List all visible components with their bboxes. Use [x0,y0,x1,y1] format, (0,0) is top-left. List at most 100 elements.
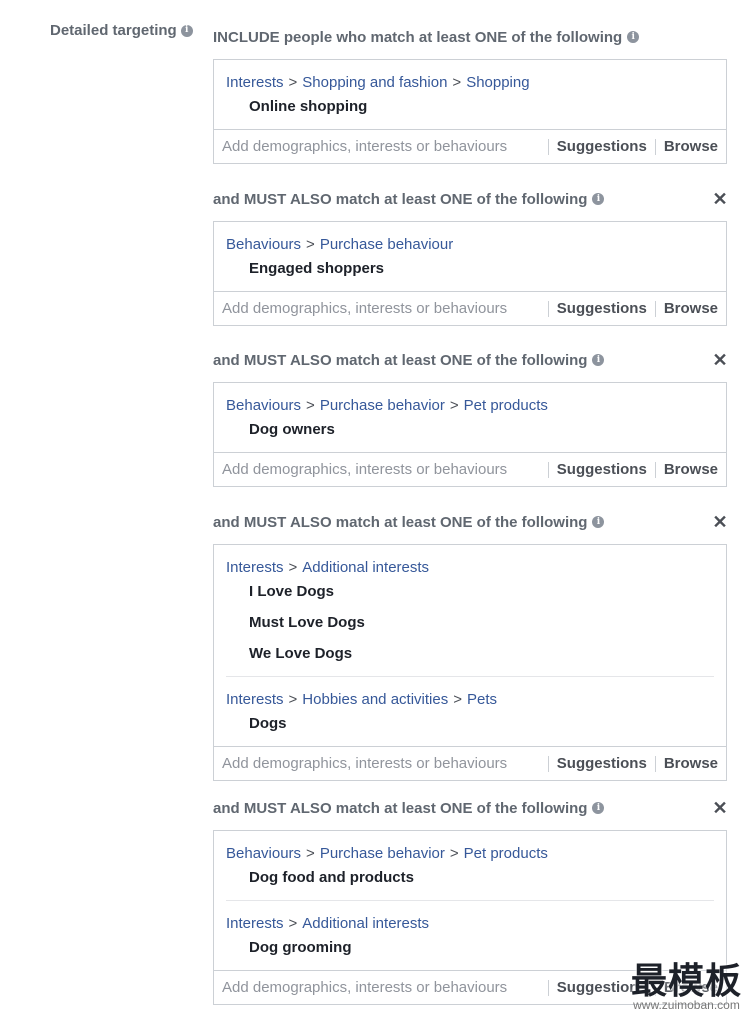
selected-items: Interests > Additional interests I Love Dog… [214,545,726,746]
info-icon[interactable]: i [180,24,193,37]
category-breadcrumb: Interests > Additional interests [226,545,714,576]
targeting-box: Interests > Shopping and fashion > Shopping O… [213,59,727,164]
group-heading-text: and MUST ALSO match at least ONE of the … [213,190,588,208]
info-icon[interactable]: i [592,516,605,528]
category-section: Interests > Shopping and fashion > Shopping O… [226,60,714,129]
breadcrumb-link[interactable]: Interests [226,559,284,576]
close-icon[interactable]: ✕ [711,351,729,369]
info-icon[interactable]: i [627,31,640,43]
targeting-search-input[interactable] [222,138,540,155]
targeting-input-row: Suggestions Browse [214,291,726,325]
divider [547,979,549,996]
breadcrumb-link[interactable]: Purchase behavior [320,397,445,414]
category-section: Interests > Additional interests I Love Dog… [226,545,714,676]
targeting-input-row: Suggestions Browse [214,746,726,780]
group-heading-text: and MUST ALSO match at least ONE of the … [213,351,588,369]
targeting-item[interactable]: Must Love Dogs [226,607,714,638]
close-icon[interactable]: ✕ [711,190,729,208]
targeting-search-input[interactable] [222,461,540,478]
group-heading: and MUST ALSO match at least ONE of the … [213,188,729,210]
divider [547,138,549,155]
category-breadcrumb: Interests > Hobbies and activities > Pets [226,677,714,708]
category-section: Behaviours > Purchase behaviour Engaged sho… [226,222,714,291]
suggestions-button[interactable]: Suggestions [557,755,647,772]
breadcrumb-link[interactable]: Interests [226,74,284,91]
targeting-search-input[interactable] [222,755,540,772]
targeting-search-input[interactable] [222,300,540,317]
divider [547,461,549,478]
browse-button[interactable]: Browse [664,461,718,478]
targeting-box: Behaviours > Purchase behavior > Pet product… [213,382,727,487]
breadcrumb-separator: > [306,236,315,253]
close-icon[interactable]: ✕ [711,799,729,817]
breadcrumb-separator: > [449,845,459,862]
divider [654,138,656,155]
group-heading: INCLUDE people who match at least ONE of… [213,26,729,48]
group-heading-text: and MUST ALSO match at least ONE of the … [213,513,588,531]
targeting-item[interactable]: Dog food and products [226,862,714,900]
suggestions-button[interactable]: Suggestions [557,300,647,317]
browse-button[interactable]: Browse [664,138,718,155]
breadcrumb-link[interactable]: Additional interests [302,915,429,932]
targeting-item[interactable]: I Love Dogs [226,576,714,607]
category-breadcrumb: Behaviours > Purchase behaviour [226,222,714,253]
breadcrumb-link[interactable]: Purchase behaviour [320,236,453,253]
targeting-group: and MUST ALSO match at least ONE of the … [213,511,729,781]
suggestions-button[interactable]: Suggestions [557,461,647,478]
breadcrumb-link[interactable]: Interests [226,691,284,708]
selected-items: Behaviours > Purchase behavior > Pet product… [214,831,726,970]
targeting-input-row: Suggestions Browse [214,452,726,486]
targeting-group: and MUST ALSO match at least ONE of the … [213,349,729,487]
breadcrumb-link[interactable]: Pets [467,691,497,708]
close-icon[interactable]: ✕ [711,513,729,531]
browse-button[interactable]: Browse [664,755,718,772]
breadcrumb-separator: > [453,691,462,708]
group-heading-text: INCLUDE people who match at least ONE of… [213,28,623,46]
targeting-input-row: Suggestions Browse [214,129,726,163]
selected-items: Behaviours > Purchase behaviour Engaged sho… [214,222,726,291]
browse-button[interactable]: Browse [664,300,718,317]
watermark: 最模板 www.zuimoban.com [631,963,742,1012]
breadcrumb-separator: > [288,915,298,932]
category-breadcrumb: Interests > Additional interests [226,901,714,932]
breadcrumb-link[interactable]: Purchase behavior [320,845,445,862]
group-heading-text: and MUST ALSO match at least ONE of the … [213,799,588,817]
targeting-item[interactable]: Engaged shoppers [226,253,714,291]
selected-items: Interests > Shopping and fashion > Shopping O… [214,60,726,129]
targeting-group: and MUST ALSO match at least ONE of the … [213,188,729,326]
breadcrumb-link[interactable]: Shopping [466,74,529,91]
targeting-item[interactable]: We Love Dogs [226,638,714,676]
breadcrumb-separator: > [288,559,298,576]
group-heading: and MUST ALSO match at least ONE of the … [213,511,729,533]
breadcrumb-link[interactable]: Pet products [464,845,548,862]
watermark-url: www.zuimoban.com [633,998,740,1012]
divider [547,300,549,317]
group-heading: and MUST ALSO match at least ONE of the … [213,797,729,819]
targeting-item[interactable]: Dogs [226,708,714,746]
category-section: Behaviours > Purchase behavior > Pet product… [226,383,714,452]
breadcrumb-separator: > [288,74,298,91]
targeting-search-input[interactable] [222,979,540,996]
detailed-targeting-text: Detailed targeting [50,22,177,39]
breadcrumb-link[interactable]: Behaviours [226,845,301,862]
breadcrumb-link[interactable]: Pet products [464,397,548,414]
category-section: Interests > Hobbies and activities > Pets Dog… [226,676,714,746]
info-icon[interactable]: i [592,193,605,205]
divider [654,755,656,772]
detailed-targeting-label: Detailed targeting i [50,22,193,39]
breadcrumb-link[interactable]: Shopping and fashion [302,74,447,91]
divider [654,300,656,317]
breadcrumb-link[interactable]: Interests [226,915,284,932]
breadcrumb-link[interactable]: Behaviours [226,397,301,414]
breadcrumb-link[interactable]: Additional interests [302,559,429,576]
targeting-item[interactable]: Online shopping [226,91,714,129]
divider [547,755,549,772]
breadcrumb-link[interactable]: Hobbies and activities [302,691,448,708]
info-icon[interactable]: i [592,802,605,814]
targeting-item[interactable]: Dog owners [226,414,714,452]
group-heading: and MUST ALSO match at least ONE of the … [213,349,729,371]
suggestions-button[interactable]: Suggestions [557,138,647,155]
breadcrumb-link[interactable]: Behaviours [226,236,301,253]
info-icon[interactable]: i [592,354,605,366]
targeting-box: Interests > Additional interests I Love Dog… [213,544,727,781]
